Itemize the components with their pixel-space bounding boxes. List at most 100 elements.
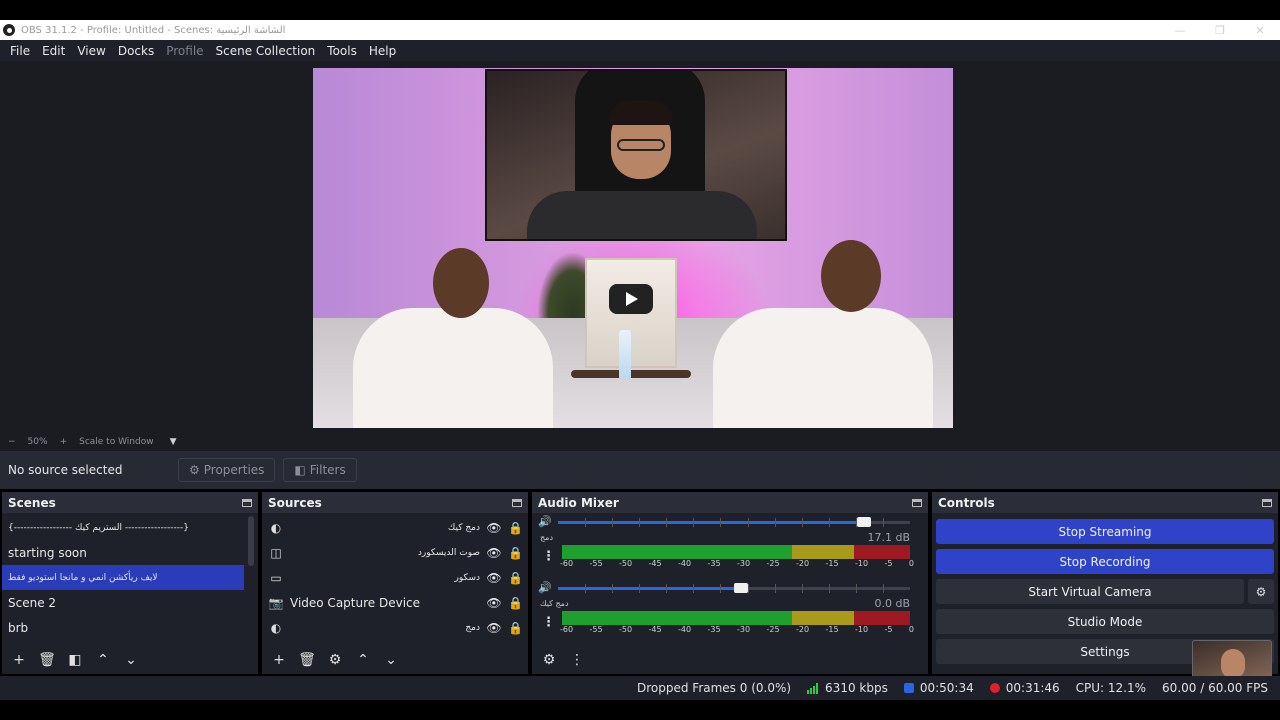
speaker-icon[interactable]: 🔊 <box>538 515 552 528</box>
source-item[interactable]: ▭ دسكور 👁 🔒 <box>262 565 528 590</box>
volume-meter <box>562 611 910 625</box>
scale-label: -60 <box>560 559 574 568</box>
add-scene-button[interactable]: + <box>8 649 30 671</box>
filters-button[interactable]: ◧ Filters <box>283 458 357 482</box>
streamer-shirt <box>527 191 757 239</box>
scenes-dock: Scenes {------------------ الستريم كيك -… <box>2 492 258 674</box>
scene-item[interactable]: Scene 2 <box>2 590 244 615</box>
zoom-in-button[interactable]: + <box>60 437 68 447</box>
move-up-button[interactable]: ⌃ <box>92 649 114 671</box>
webcam-overlay[interactable] <box>485 69 787 241</box>
slider-tick <box>774 584 776 593</box>
scenes-header: Scenes <box>2 492 258 513</box>
scale-label: -20 <box>796 625 810 634</box>
scale-mode-select[interactable]: Scale to Window <box>79 437 153 447</box>
stop-recording-button[interactable]: Stop Recording <box>936 549 1274 574</box>
remove-scene-button[interactable]: 🗑 <box>36 649 58 671</box>
move-down-button[interactable]: ⌄ <box>120 649 142 671</box>
zoom-out-button[interactable]: − <box>8 437 16 447</box>
menu-file[interactable]: File <box>4 44 36 58</box>
menu-profile[interactable]: Profile <box>160 44 209 58</box>
eye-icon[interactable]: 👁 <box>486 621 502 635</box>
slider-tick <box>774 518 776 527</box>
scene-item[interactable]: starting soon <box>2 540 244 565</box>
chevron-down-icon[interactable]: ▼ <box>170 437 177 447</box>
source-item[interactable]: ◫ صوت الديسكورد 👁 🔒 <box>262 540 528 565</box>
speaker-icon[interactable]: 🔊 <box>538 581 552 594</box>
source-item[interactable]: ◐ دمج 👁 🔒 <box>262 615 528 640</box>
source-item[interactable]: 📷 Video Capture Device 👁 🔒 <box>262 590 528 615</box>
undock-icon[interactable] <box>912 498 922 507</box>
scale-label: -35 <box>707 625 721 634</box>
scale-label: -60 <box>560 625 574 634</box>
meter-green <box>562 545 792 559</box>
advanced-audio-icon[interactable]: ⚙ <box>538 649 560 671</box>
channel-name: دمج كيك <box>540 599 569 608</box>
eye-icon[interactable]: 👁 <box>486 596 502 610</box>
stream-time: 00:50:34 <box>919 681 974 695</box>
scene-item-selected[interactable]: لايف ريأكشن انمي و مانجا استوديو فقط <box>2 565 244 590</box>
source-properties-button[interactable]: ⚙ <box>324 649 346 671</box>
menu-docks[interactable]: Docks <box>112 44 160 58</box>
scale-label: -30 <box>737 625 751 634</box>
eye-icon[interactable]: 👁 <box>486 546 502 560</box>
channel-db: 0.0 dB <box>874 597 910 610</box>
maximize-button[interactable]: ❐ <box>1200 24 1240 37</box>
kebab-menu-icon[interactable]: ⋮ <box>542 615 555 630</box>
scene-item[interactable]: brb <box>2 615 244 640</box>
scenes-scrollbar[interactable] <box>248 516 254 566</box>
undock-icon[interactable] <box>1262 498 1272 507</box>
scale-label: -15 <box>825 625 839 634</box>
volume-knob[interactable] <box>734 583 749 593</box>
filter-icon: ◧ <box>294 463 306 477</box>
eye-icon[interactable]: 👁 <box>486 571 502 585</box>
properties-button[interactable]: ⚙ Properties <box>178 458 276 482</box>
scene-item[interactable]: {------------------ الستريم كيك --------… <box>2 515 244 540</box>
menu-scene-collection[interactable]: Scene Collection <box>210 44 322 58</box>
move-up-button[interactable]: ⌃ <box>352 649 374 671</box>
remove-source-button[interactable]: 🗑 <box>296 649 318 671</box>
kebab-menu-icon[interactable]: ⋮ <box>566 649 588 671</box>
minimize-button[interactable]: — <box>1160 24 1200 37</box>
studio-mode-button[interactable]: Studio Mode <box>936 609 1274 634</box>
scale-label: -45 <box>648 559 662 568</box>
gear-icon[interactable]: ⚙ <box>1248 579 1274 604</box>
undock-icon[interactable] <box>512 498 522 507</box>
slider-tick <box>720 518 722 527</box>
meter-scale: -60 -55 -50 -45 -40 -35 -30 -25 -20 -15 … <box>560 559 914 569</box>
stop-streaming-button[interactable]: Stop Streaming <box>936 519 1274 544</box>
lock-icon[interactable]: 🔒 <box>508 596 523 610</box>
undock-icon[interactable] <box>242 498 252 507</box>
volume-knob[interactable] <box>857 517 872 527</box>
title-bar: OBS 31.1.2 - Profile: Untitled - Scenes:… <box>0 20 1280 40</box>
close-button[interactable]: ✕ <box>1240 24 1280 37</box>
lock-icon[interactable]: 🔒 <box>508 621 523 635</box>
eye-icon[interactable]: 👁 <box>486 521 502 535</box>
scale-label: 0 <box>908 559 914 568</box>
volume-fill <box>558 521 865 524</box>
streamer-glasses <box>617 139 665 151</box>
controls-title: Controls <box>938 495 995 510</box>
source-label: Video Capture Device <box>290 595 421 610</box>
lock-icon[interactable]: 🔒 <box>508 546 523 560</box>
menu-help[interactable]: Help <box>363 44 402 58</box>
menu-view[interactable]: View <box>71 44 111 58</box>
source-item[interactable]: ◐ دمج كيك 👁 🔒 <box>262 515 528 540</box>
scale-label: -50 <box>619 625 633 634</box>
add-source-button[interactable]: + <box>268 649 290 671</box>
kebab-menu-icon[interactable]: ⋮ <box>542 549 555 564</box>
sources-title: Sources <box>268 495 322 510</box>
menu-edit[interactable]: Edit <box>36 44 71 58</box>
scene-filters-button[interactable]: ◧ <box>64 649 86 671</box>
volume-slider[interactable] <box>558 583 910 593</box>
menu-bar: File Edit View Docks Profile Scene Colle… <box>0 40 1280 61</box>
start-virtual-camera-button[interactable]: Start Virtual Camera <box>936 579 1244 604</box>
lock-icon[interactable]: 🔒 <box>508 571 523 585</box>
record-time: 00:31:46 <box>1005 681 1060 695</box>
menu-tools[interactable]: Tools <box>321 44 363 58</box>
person-left-head <box>433 248 489 318</box>
slider-tick <box>720 584 722 593</box>
lock-icon[interactable]: 🔒 <box>508 521 523 535</box>
volume-slider[interactable] <box>558 517 910 527</box>
move-down-button[interactable]: ⌄ <box>380 649 402 671</box>
